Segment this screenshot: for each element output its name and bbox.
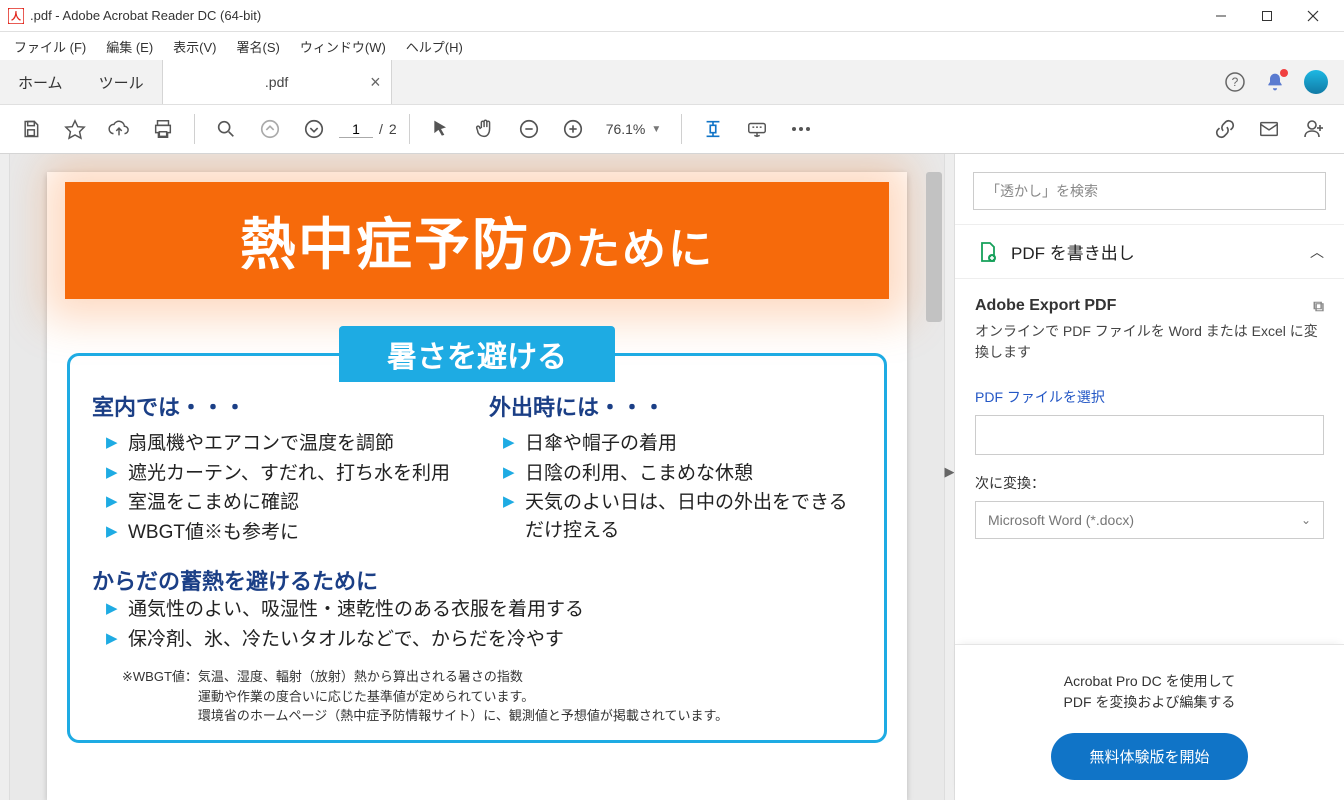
- hand-tool-icon[interactable]: [466, 110, 504, 148]
- save-icon[interactable]: [12, 110, 50, 148]
- tab-document[interactable]: .pdf ×: [162, 60, 392, 104]
- format-selected-value: Microsoft Word (*.docx): [988, 512, 1134, 528]
- outdoor-heading: 外出時には・・・: [489, 390, 862, 422]
- tools-search-input[interactable]: 「透かし」を検索: [973, 172, 1326, 210]
- menu-view[interactable]: 表示(V): [163, 33, 226, 60]
- page-up-icon[interactable]: [251, 110, 289, 148]
- export-panel-header[interactable]: PDF を書き出し ︿: [955, 224, 1344, 279]
- file-select-box[interactable]: [975, 415, 1324, 455]
- list-item: 遮光カーテン、すだれ、打ち水を利用: [106, 460, 465, 488]
- share-link-icon[interactable]: [1206, 110, 1244, 148]
- list-item: 通気性のよい、吸湿性・速乾性のある衣服を着用する: [106, 596, 862, 624]
- svg-text:人: 人: [11, 10, 22, 23]
- export-description: オンラインで PDF ファイルを Word または Excel に変換します: [975, 321, 1324, 363]
- menu-sign[interactable]: 署名(S): [227, 33, 290, 60]
- side-panel: 「透かし」を検索 PDF を書き出し ︿ Adobe Export PDF ⧉ …: [954, 154, 1344, 800]
- minimize-button[interactable]: [1198, 0, 1244, 32]
- right-rail-toggle[interactable]: ▶: [944, 154, 954, 800]
- zoom-out-icon[interactable]: [510, 110, 548, 148]
- pdf-page: 熱中症予防のために 暑さを避ける 室内では・・・ 扇風機やエアコンで温度を調節遮…: [47, 172, 907, 800]
- list-item: 天気のよい日は、日中の外出をできるだけ控える: [503, 489, 862, 544]
- tabbar: ホーム ツール .pdf × ?: [0, 60, 1344, 104]
- export-title: Adobe Export PDF: [975, 297, 1116, 315]
- tab-tools[interactable]: ツール: [81, 60, 162, 104]
- cloud-upload-icon[interactable]: [100, 110, 138, 148]
- start-trial-button[interactable]: 無料体験版を開始: [1051, 733, 1247, 780]
- footnote: ※WBGT値：気温、湿度、輻射（放射）熱から算出される暑さの指数 ※WBGT値：…: [92, 667, 862, 726]
- document-viewport[interactable]: 熱中症予防のために 暑さを避ける 室内では・・・ 扇風機やエアコンで温度を調節遮…: [10, 154, 944, 800]
- list-item: WBGT値※も参考に: [106, 519, 465, 547]
- chevron-up-icon: ︿: [1310, 242, 1324, 262]
- print-icon[interactable]: [144, 110, 182, 148]
- list-item: 日陰の利用、こまめな休憩: [503, 460, 862, 488]
- search-placeholder: 「透かし」を検索: [986, 181, 1098, 201]
- page-current-input[interactable]: [339, 121, 373, 138]
- window-title: .pdf - Adobe Acrobat Reader DC (64-bit): [30, 8, 261, 23]
- star-icon[interactable]: [56, 110, 94, 148]
- notifications-icon[interactable]: [1264, 71, 1286, 93]
- menu-help[interactable]: ヘルプ(H): [396, 33, 473, 60]
- titlebar: 人 .pdf - Adobe Acrobat Reader DC (64-bit…: [0, 0, 1344, 32]
- menubar: ファイル (F) 編集 (E) 表示(V) 署名(S) ウィンドウ(W) ヘルプ…: [0, 32, 1344, 60]
- menu-file[interactable]: ファイル (F): [4, 33, 96, 60]
- export-pdf-icon: [975, 240, 999, 264]
- promo-text: Acrobat Pro DC を使用してPDF を変換および編集する: [975, 671, 1324, 713]
- chevron-down-icon: ⌄: [1301, 513, 1311, 527]
- promo-box: Acrobat Pro DC を使用してPDF を変換および編集する 無料体験版…: [955, 644, 1344, 800]
- page-down-icon[interactable]: [295, 110, 333, 148]
- email-icon[interactable]: [1250, 110, 1288, 148]
- list-item: 室温をこまめに確認: [106, 489, 465, 517]
- page-sep: /: [379, 121, 383, 137]
- toolbar: / 2 76.1% ▼: [0, 104, 1344, 154]
- tab-home[interactable]: ホーム: [0, 60, 81, 104]
- close-tab-icon[interactable]: ×: [370, 72, 381, 93]
- section-title: 暑さを避ける: [339, 326, 615, 382]
- format-select[interactable]: Microsoft Word (*.docx) ⌄: [975, 501, 1324, 539]
- section-box: 暑さを避ける 室内では・・・ 扇風機やエアコンで温度を調節遮光カーテン、すだれ、…: [67, 353, 887, 743]
- document-tab-title: .pdf: [265, 74, 288, 90]
- main-area: 熱中症予防のために 暑さを避ける 室内では・・・ 扇風機やエアコンで温度を調節遮…: [0, 154, 1344, 800]
- left-nav-rail[interactable]: [0, 154, 10, 800]
- zoom-value: 76.1%: [606, 121, 646, 137]
- fit-width-icon[interactable]: [694, 110, 732, 148]
- menu-window[interactable]: ウィンドウ(W): [290, 33, 396, 60]
- export-panel-label: PDF を書き出し: [1011, 239, 1298, 264]
- list-item: 日傘や帽子の着用: [503, 430, 862, 458]
- zoom-select[interactable]: 76.1% ▼: [598, 121, 670, 137]
- page-total: 2: [389, 121, 397, 137]
- copy-icon[interactable]: ⧉: [1313, 298, 1324, 315]
- list-item: 扇風機やエアコンで温度を調節: [106, 430, 465, 458]
- page-indicator: / 2: [339, 121, 397, 138]
- select-tool-icon[interactable]: [422, 110, 460, 148]
- help-icon[interactable]: ?: [1224, 71, 1246, 93]
- list-item: 保冷剤、氷、冷たいタオルなどで、からだを冷やす: [106, 626, 862, 654]
- more-tools-icon[interactable]: [782, 110, 820, 148]
- maximize-button[interactable]: [1244, 0, 1290, 32]
- chevron-down-icon: ▼: [651, 124, 661, 135]
- share-people-icon[interactable]: [1294, 110, 1332, 148]
- select-file-link[interactable]: PDF ファイルを選択: [975, 387, 1324, 407]
- account-avatar-icon[interactable]: [1304, 70, 1328, 94]
- zoom-in-icon[interactable]: [554, 110, 592, 148]
- find-icon[interactable]: [207, 110, 245, 148]
- scrollbar-thumb[interactable]: [926, 172, 942, 322]
- svg-text:?: ?: [1232, 75, 1239, 89]
- convert-to-label: 次に変換：: [975, 473, 1324, 493]
- sub-heading: からだの蓄熱を避けるために: [92, 564, 862, 596]
- indoor-heading: 室内では・・・: [92, 390, 465, 422]
- read-mode-icon[interactable]: [738, 110, 776, 148]
- app-icon: 人: [8, 8, 24, 24]
- close-window-button[interactable]: [1290, 0, 1336, 32]
- doc-banner: 熱中症予防のために: [65, 182, 889, 299]
- menu-edit[interactable]: 編集 (E): [96, 33, 163, 60]
- banner-title: 熱中症予防のために: [240, 213, 714, 276]
